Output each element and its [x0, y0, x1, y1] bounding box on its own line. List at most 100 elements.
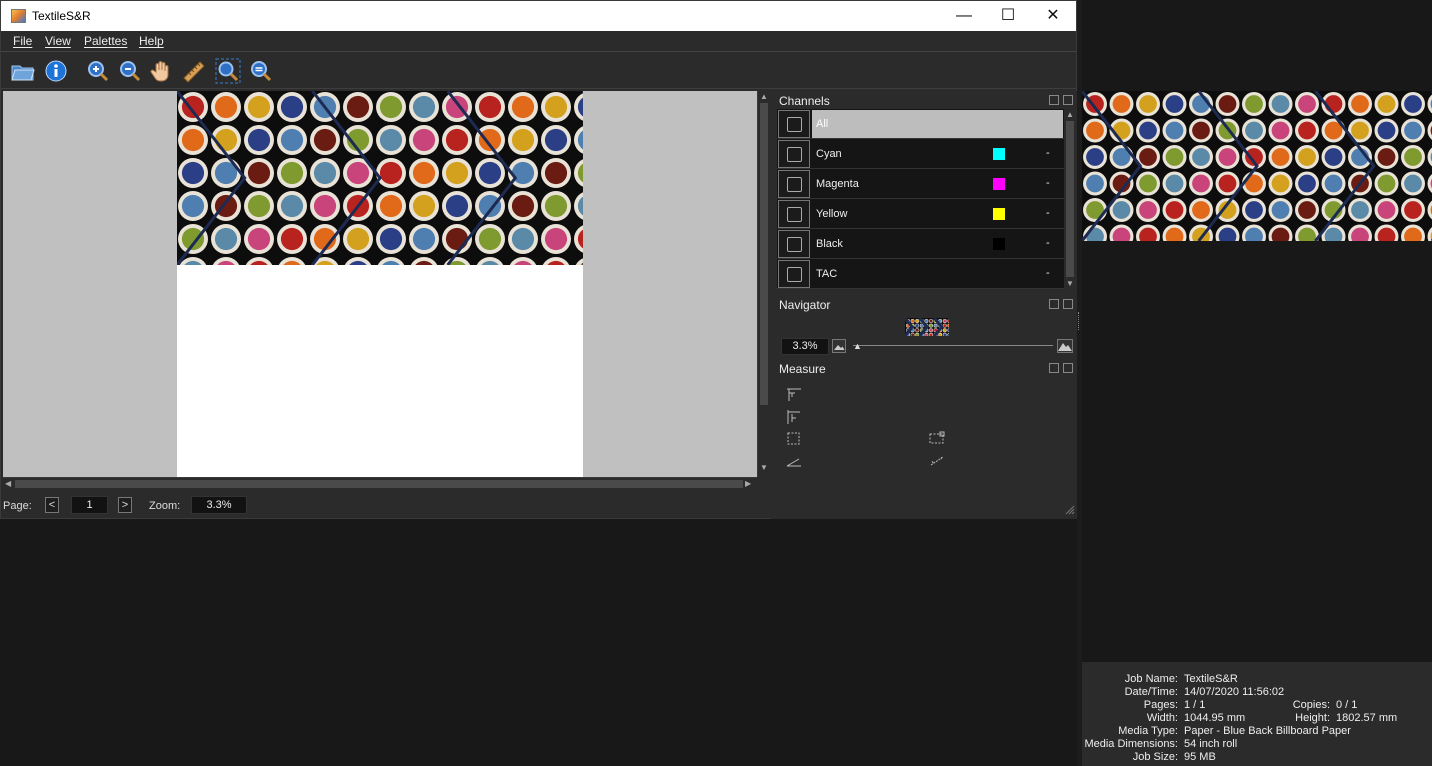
dye-powder [1245, 121, 1263, 140]
zoom-in-icon[interactable] [85, 58, 111, 84]
dye-powder [280, 227, 304, 251]
menu-view[interactable]: View [45, 34, 71, 48]
canvas-vertical-scrollbar[interactable]: ▲ ▼ [757, 91, 770, 477]
scroll-down-icon[interactable]: ▼ [760, 463, 768, 472]
dye-powder [1377, 201, 1396, 219]
zoom-actual-icon[interactable] [248, 58, 274, 84]
open-folder-icon[interactable] [10, 58, 36, 84]
channel-label-cell[interactable]: Yellow - [812, 200, 1063, 228]
title-bar[interactable]: TextileS&R — ☐ ✕ [1, 1, 1076, 31]
navigator-thumbnail[interactable] [905, 318, 949, 336]
maximize-button[interactable]: ☐ [985, 1, 1031, 31]
channel-row-cyan[interactable]: Cyan - [777, 139, 1064, 169]
channel-label-cell[interactable]: TAC - [812, 260, 1063, 288]
minimize-button[interactable]: — [941, 1, 987, 31]
dye-powder [1165, 201, 1184, 219]
resize-grip-icon[interactable] [1065, 505, 1075, 515]
job-info-value: 1802.57 mm [1336, 712, 1398, 724]
measure-distance-icon[interactable] [929, 453, 945, 469]
float-panel-icon[interactable] [1049, 299, 1059, 309]
menu-palettes[interactable]: Palettes [84, 34, 127, 48]
zoom-out-icon[interactable] [117, 58, 143, 84]
channel-label-cell[interactable]: All [812, 110, 1063, 138]
scroll-thumb[interactable] [760, 103, 768, 405]
dye-powder [1112, 95, 1131, 113]
channel-visibility-icon[interactable] [778, 260, 810, 288]
scroll-down-icon[interactable]: ▼ [1066, 279, 1074, 288]
channel-visibility-icon[interactable] [778, 110, 810, 138]
channel-label-cell[interactable]: Cyan - [812, 140, 1063, 168]
job-info-label: Copies: [1292, 699, 1330, 711]
next-page-button[interactable]: > [118, 497, 132, 513]
dye-powder [379, 95, 403, 119]
dye-powder [478, 95, 502, 119]
dye-powder [1192, 201, 1210, 219]
zoom-slider-track[interactable] [853, 345, 1053, 346]
close-panel-icon[interactable] [1063, 95, 1073, 105]
pan-hand-icon[interactable] [149, 58, 175, 84]
scroll-thumb[interactable] [15, 480, 743, 488]
float-panel-icon[interactable] [1049, 363, 1059, 373]
zoom-label: Zoom: [149, 500, 181, 512]
zoom-large-mountain-icon[interactable] [1057, 339, 1073, 353]
document-canvas[interactable] [3, 91, 757, 477]
dye-powder [313, 194, 337, 218]
dye-powder [929, 319, 933, 323]
zoom-fit-icon[interactable] [215, 58, 241, 84]
job-info-label: Job Size: [1132, 751, 1178, 763]
info-icon[interactable] [43, 58, 69, 84]
scroll-right-icon[interactable]: ▶ [745, 479, 751, 488]
dye-powder [544, 227, 568, 251]
menu-help[interactable]: Help [139, 34, 164, 48]
zoom-field[interactable]: 3.3% [191, 496, 247, 514]
splitter-handle[interactable] [1078, 312, 1080, 330]
dye-powder [412, 227, 436, 251]
measure-angle-icon[interactable] [786, 453, 802, 469]
channel-label-cell[interactable]: Magenta - [812, 170, 1063, 198]
channel-visibility-icon[interactable] [778, 170, 810, 198]
channel-row-tac[interactable]: TAC - [777, 259, 1064, 289]
dye-powder [1271, 148, 1290, 166]
navigator-zoom-field[interactable]: 3.3% [781, 338, 829, 355]
channel-scrollbar[interactable]: ▲ ▼ [1064, 109, 1076, 291]
dye-powder [1245, 201, 1263, 219]
dye-powder [511, 227, 535, 251]
float-panel-icon[interactable] [1049, 95, 1059, 105]
channel-row-all[interactable]: All [777, 109, 1064, 139]
scroll-up-icon[interactable]: ▲ [1066, 110, 1074, 119]
page-number-field[interactable]: 1 [71, 496, 108, 514]
close-button[interactable]: ✕ [1030, 1, 1076, 31]
channel-value: - [1046, 267, 1050, 279]
prev-page-button[interactable]: < [45, 497, 59, 513]
channel-visibility-icon[interactable] [778, 200, 810, 228]
dye-powder [445, 227, 469, 251]
dye-powder [934, 324, 938, 328]
channel-visibility-icon[interactable] [778, 140, 810, 168]
channel-color-swatch [993, 148, 1005, 160]
measure-vertical-icon[interactable] [786, 409, 802, 425]
scroll-left-icon[interactable]: ◀ [5, 479, 11, 488]
close-panel-icon[interactable] [1063, 363, 1073, 373]
zoom-slider-handle[interactable]: ▲ [853, 341, 862, 351]
channel-row-magenta[interactable]: Magenta - [777, 169, 1064, 199]
channel-row-black[interactable]: Black - [777, 229, 1064, 259]
dye-powder [1086, 174, 1104, 193]
channel-visibility-icon[interactable] [778, 230, 810, 258]
dye-powder [1139, 201, 1157, 219]
scroll-thumb[interactable] [1066, 121, 1074, 277]
ruler-icon[interactable] [181, 58, 207, 84]
measure-area-icon[interactable] [929, 431, 945, 447]
measure-rectangle-icon[interactable] [786, 431, 802, 447]
canvas-horizontal-scrollbar[interactable]: ◀ ▶ [3, 477, 757, 490]
zoom-small-mountain-icon[interactable] [832, 339, 846, 353]
channel-row-yellow[interactable]: Yellow - [777, 199, 1064, 229]
menu-file[interactable]: File [13, 34, 32, 48]
channel-label-cell[interactable]: Black - [812, 230, 1063, 258]
measure-horizontal-icon[interactable] [786, 387, 802, 403]
dye-powder [915, 324, 919, 328]
close-panel-icon[interactable] [1063, 299, 1073, 309]
dye-powder [943, 328, 947, 332]
dye-powder [1271, 95, 1290, 113]
dye-powder [412, 128, 436, 152]
scroll-up-icon[interactable]: ▲ [760, 92, 768, 101]
